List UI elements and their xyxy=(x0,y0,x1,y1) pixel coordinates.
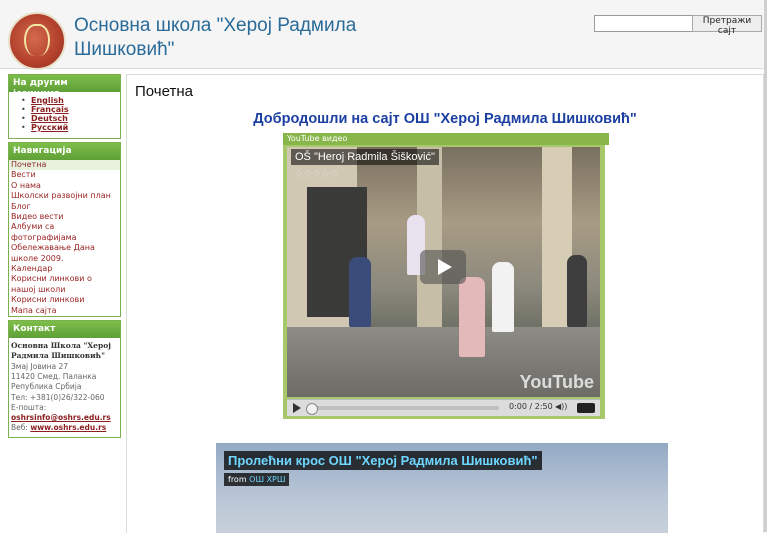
contact-email-link[interactable]: oshrsinfo@oshrs.edu.rs xyxy=(11,413,118,423)
nav-item-development-plan[interactable]: Школски развојни план xyxy=(9,191,120,201)
language-item[interactable]: Deutsch xyxy=(9,114,120,123)
play-button-icon[interactable] xyxy=(420,250,466,284)
language-item[interactable]: English xyxy=(9,96,120,105)
main-content: Почетна Добродошли на сајт ОШ "Херој Рад… xyxy=(126,74,764,533)
language-link-russian[interactable]: Русский xyxy=(31,123,68,132)
language-link-german[interactable]: Deutsch xyxy=(31,114,68,123)
nav-item-home[interactable]: Почетна xyxy=(9,160,120,171)
navigation-heading: Навигација xyxy=(9,143,120,160)
youtube-widget-header: YouTube видео xyxy=(283,133,609,145)
languages-box: На другим језицима English Français Deut… xyxy=(8,74,121,139)
nav-item-news[interactable]: Вести xyxy=(9,170,120,180)
contact-street: Змај Јовина 27 xyxy=(11,361,69,371)
youtube-logo[interactable]: YouTube xyxy=(520,372,594,393)
site-title[interactable]: Основна школа "Херој Радмила Шишковић" xyxy=(74,14,454,62)
language-link-french[interactable]: Français xyxy=(31,105,69,114)
source-label: from xyxy=(228,475,247,484)
contact-country: Република Србија xyxy=(11,382,82,392)
video-title[interactable]: OŠ "Heroj Radmila Šišković" xyxy=(291,149,439,165)
nav-item-site-map[interactable]: Мапа сајта xyxy=(9,306,120,316)
contact-details: Основна Школа "Херој Радмила Шишковић" З… xyxy=(9,338,120,437)
time-display: 0:00 / 2:50 xyxy=(509,402,553,411)
page-title: Почетна xyxy=(135,83,193,100)
second-video-source: from ОШ ХРШ xyxy=(224,473,290,486)
contact-heading: Контакт xyxy=(9,321,120,339)
nav-item-school-links[interactable]: Корисни линкови о нашој школи xyxy=(9,274,120,295)
contact-phone: Тел: +381(0)26/322-060 xyxy=(11,392,105,402)
video-scene-person xyxy=(567,255,587,327)
second-video-player[interactable]: Пролећни крос ОШ "Херој Радмила Шишковић… xyxy=(216,443,668,533)
welcome-heading: Добродошли на сајт ОШ "Херој Радмила Шиш… xyxy=(253,111,637,127)
school-logo[interactable] xyxy=(8,12,66,70)
contact-city: 11420 Смед. Паланка xyxy=(11,371,97,381)
fullscreen-icon[interactable] xyxy=(577,403,595,413)
search-button[interactable]: Претражи сајт xyxy=(692,15,762,36)
nav-item-about[interactable]: О нама xyxy=(9,181,120,191)
player-controls: 0:00 / 2:50 ◀)) xyxy=(287,399,600,416)
nav-item-calendar[interactable]: Календар xyxy=(9,264,120,274)
nav-item-useful-links[interactable]: Корисни линкови xyxy=(9,295,120,305)
languages-heading: На другим језицима xyxy=(9,75,120,99)
languages-list: English Français Deutsch Русский xyxy=(9,96,120,132)
site-header: Основна школа "Херој Радмила Шишковић" П… xyxy=(0,0,767,70)
seek-bar[interactable] xyxy=(306,403,499,415)
rating-stars-icon[interactable]: ☆☆☆☆☆ xyxy=(294,167,339,180)
volume-icon[interactable]: ◀)) xyxy=(555,402,567,411)
language-link-english[interactable]: English xyxy=(31,96,64,105)
sidebar: На другим језицима English Français Deut… xyxy=(8,74,121,441)
nav-item-video-news[interactable]: Видео вести xyxy=(9,212,120,222)
nav-item-blog[interactable]: Блог xyxy=(9,202,120,212)
video-scene-person xyxy=(492,262,514,332)
nav-item-school-day[interactable]: Обележавање Дана школе 2009. xyxy=(9,243,120,264)
source-channel-link[interactable]: ОШ ХРШ xyxy=(249,475,285,484)
contact-web-label: Веб: xyxy=(11,423,28,433)
search-input[interactable] xyxy=(594,15,694,32)
contact-web-row: Веб: www.oshrs.edu.rs xyxy=(11,423,118,433)
second-video-title[interactable]: Пролећни крос ОШ "Херој Радмила Шишковић… xyxy=(224,451,542,470)
contact-email-label: Е-пошта: xyxy=(11,402,47,412)
contact-web-link[interactable]: www.oshrs.edu.rs xyxy=(30,423,106,432)
contact-school-name: Основна Школа "Херој Радмила Шишковић" xyxy=(11,341,111,361)
navigation-list: Почетна Вести О нама Школски развојни пл… xyxy=(9,160,120,316)
youtube-widget: YouTube видео OŠ "Heroj Radmila Šišković… xyxy=(283,133,609,419)
nav-item-photo-albums[interactable]: Албуми са фотографијама xyxy=(9,222,120,243)
play-icon[interactable] xyxy=(293,403,301,413)
navigation-box: Навигација Почетна Вести О нама Школски … xyxy=(8,142,121,318)
video-scene-person xyxy=(349,257,371,327)
language-item[interactable]: Français xyxy=(9,105,120,114)
language-item[interactable]: Русский xyxy=(9,123,120,132)
video-scene-person xyxy=(459,277,485,357)
seek-handle[interactable] xyxy=(306,403,318,415)
video-player[interactable]: OŠ "Heroj Radmila Šišković" ☆☆☆☆☆ YouTub… xyxy=(287,147,600,397)
contact-box: Контакт Основна Школа "Херој Радмила Шиш… xyxy=(8,320,121,438)
